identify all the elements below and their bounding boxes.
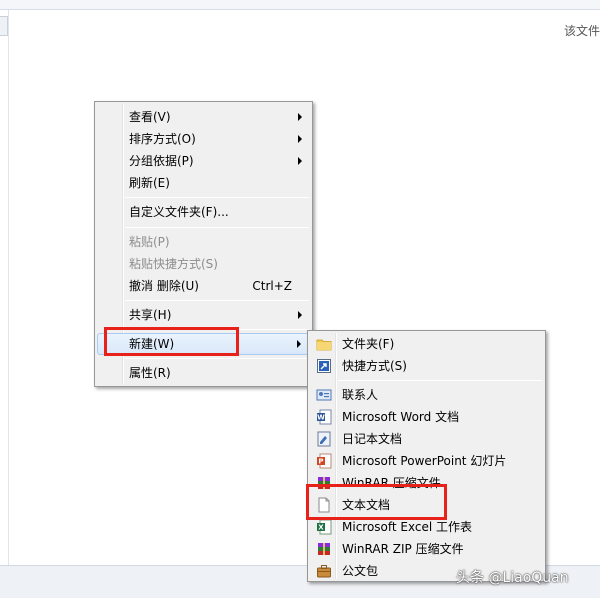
menu-separator xyxy=(125,300,309,301)
new-contact-item[interactable]: 联系人 xyxy=(310,384,543,406)
menu-item-paste-label: 粘贴(P) xyxy=(129,235,170,249)
undo-shortcut-text: Ctrl+Z xyxy=(252,279,292,293)
powerpoint-icon: P xyxy=(316,453,332,469)
menu-item-view[interactable]: 查看(V) xyxy=(97,106,310,128)
menu-item-sort-by-label: 排序方式(O) xyxy=(129,132,196,146)
navigation-pane-edge[interactable] xyxy=(0,16,8,36)
folder-icon xyxy=(316,336,332,352)
briefcase-icon xyxy=(316,563,332,579)
menu-separator xyxy=(125,197,309,198)
svg-text:X: X xyxy=(318,524,324,532)
submenu-arrow-icon xyxy=(298,157,302,165)
menu-item-paste-shortcut: 粘贴快捷方式(S) xyxy=(97,253,310,275)
menu-item-paste-shortcut-label: 粘贴快捷方式(S) xyxy=(129,257,218,271)
new-powerpoint-label: Microsoft PowerPoint 幻灯片 xyxy=(342,454,507,468)
highlight-box-text-document xyxy=(306,484,447,520)
journal-icon xyxy=(316,431,332,447)
empty-folder-hint: 该文件 xyxy=(563,24,600,38)
menu-separator xyxy=(125,227,309,228)
new-powerpoint-item[interactable]: P Microsoft PowerPoint 幻灯片 xyxy=(310,450,543,472)
menu-item-share[interactable]: 共享(H) xyxy=(97,304,310,326)
menu-item-refresh[interactable]: 刷新(E) xyxy=(97,172,310,194)
window-top-bar xyxy=(0,0,600,10)
new-word-item[interactable]: W Microsoft Word 文档 xyxy=(310,406,543,428)
svg-text:P: P xyxy=(318,458,323,466)
new-journal-label: 日记本文档 xyxy=(342,432,403,446)
highlight-box-new xyxy=(104,327,239,356)
new-journal-item[interactable]: 日记本文档 xyxy=(310,428,543,450)
menu-item-paste: 粘贴(P) xyxy=(97,231,310,253)
new-winrar-zip-item[interactable]: WinRAR ZIP 压缩文件 xyxy=(310,538,543,560)
new-submenu: 文件夹(F) 快捷方式(S) 联系人 W Microsoft Word 文档 日… xyxy=(307,330,546,582)
submenu-arrow-icon xyxy=(298,311,302,319)
contact-icon xyxy=(316,387,332,403)
word-icon: W xyxy=(316,409,332,425)
new-shortcut-item[interactable]: 快捷方式(S) xyxy=(310,355,543,377)
menu-item-group-by[interactable]: 分组依据(P) xyxy=(97,150,310,172)
menu-separator xyxy=(338,380,542,381)
winrar-zip-icon xyxy=(316,541,332,557)
menu-item-sort-by[interactable]: 排序方式(O) xyxy=(97,128,310,150)
watermark: 头条 @LiaoQuan xyxy=(456,570,569,586)
new-folder-label: 文件夹(F) xyxy=(342,337,395,351)
menu-item-customize-folder[interactable]: 自定义文件夹(F)... xyxy=(97,201,310,223)
new-folder-item[interactable]: 文件夹(F) xyxy=(310,333,543,355)
menu-item-properties-label: 属性(R) xyxy=(129,366,171,380)
menu-item-undo-delete-label: 撤消 删除(U) xyxy=(129,279,199,293)
new-winrar-zip-label: WinRAR ZIP 压缩文件 xyxy=(342,542,464,556)
menu-item-undo-delete[interactable]: 撤消 删除(U) Ctrl+Z xyxy=(97,275,310,297)
new-contact-label: 联系人 xyxy=(342,388,379,402)
menu-item-share-label: 共享(H) xyxy=(129,308,172,322)
new-shortcut-label: 快捷方式(S) xyxy=(342,359,407,373)
menu-item-view-label: 查看(V) xyxy=(129,110,171,124)
submenu-arrow-icon xyxy=(297,340,301,348)
excel-icon: X xyxy=(316,519,332,535)
submenu-arrow-icon xyxy=(298,135,302,143)
shortcut-icon xyxy=(316,358,332,374)
new-excel-label: Microsoft Excel 工作表 xyxy=(342,520,473,534)
menu-item-refresh-label: 刷新(E) xyxy=(129,176,170,190)
menu-separator xyxy=(125,358,309,359)
new-briefcase-label: 公文包 xyxy=(342,564,379,578)
menu-item-properties[interactable]: 属性(R) xyxy=(97,362,310,384)
submenu-arrow-icon xyxy=(298,113,302,121)
navigation-pane-border xyxy=(8,10,9,565)
svg-text:W: W xyxy=(317,414,325,422)
menu-item-group-by-label: 分组依据(P) xyxy=(129,154,194,168)
menu-item-customize-folder-label: 自定义文件夹(F)... xyxy=(129,205,229,219)
new-word-label: Microsoft Word 文档 xyxy=(342,410,460,424)
